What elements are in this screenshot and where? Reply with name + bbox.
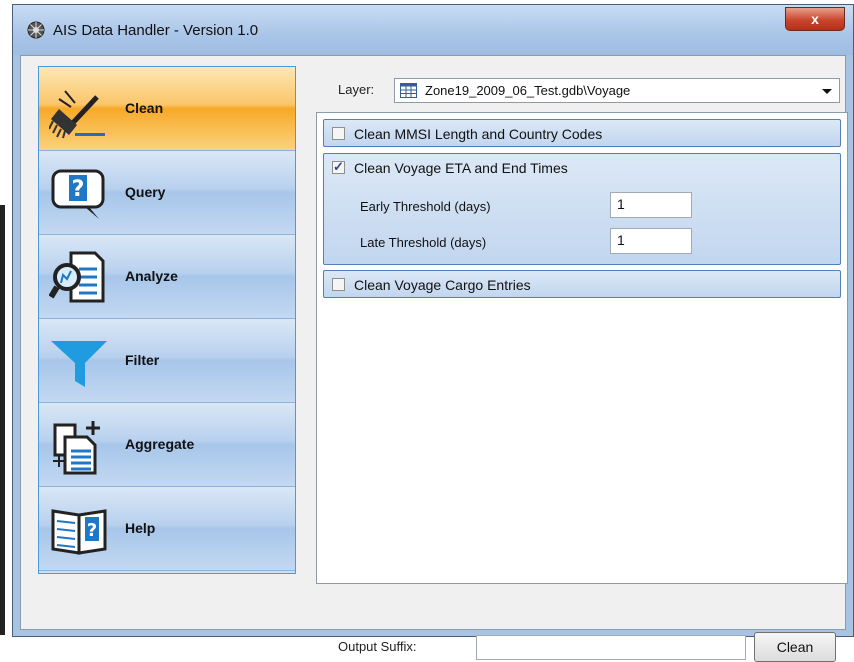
nav-item-aggregate[interactable]: Aggregate: [39, 403, 295, 487]
question-bubble-icon: ?: [51, 169, 105, 219]
output-suffix-label: Output Suffix:: [338, 639, 417, 654]
nav-label-aggregate: Aggregate: [125, 436, 195, 452]
close-button[interactable]: x: [785, 7, 845, 31]
mmsi-checkbox[interactable]: [332, 127, 345, 140]
layer-dropdown[interactable]: Zone19_2009_06_Test.gdb\Voyage: [394, 78, 840, 103]
group-title-eta: Clean Voyage ETA and End Times: [354, 160, 568, 176]
nav-label-clean: Clean: [125, 100, 164, 116]
options-panel: Clean MMSI Length and Country Codes ✓ Cl…: [316, 112, 848, 584]
window-title: AIS Data Handler - Version 1.0: [53, 22, 259, 39]
app-globe-icon: [27, 21, 45, 39]
eta-checkbox[interactable]: ✓: [332, 159, 345, 174]
help-book-icon: ?: [51, 509, 107, 555]
app-window: AIS Data Handler - Version 1.0 x Clean ?…: [12, 4, 854, 662]
nav-item-analyze[interactable]: Analyze: [39, 235, 295, 319]
late-threshold-label: Late Threshold (days): [360, 235, 487, 250]
table-icon: [400, 83, 417, 98]
nav-label-filter: Filter: [125, 352, 160, 368]
broom-icon: [49, 90, 105, 139]
documents-plus-icon: [53, 421, 100, 475]
group-title-cargo: Clean Voyage Cargo Entries: [354, 277, 531, 293]
checkmark-icon: ✓: [333, 159, 344, 174]
output-suffix-input[interactable]: [476, 635, 746, 660]
option-group-eta: ✓ Clean Voyage ETA and End Times Early T…: [323, 153, 841, 265]
chevron-down-icon[interactable]: [822, 89, 832, 94]
nav-label-help: Help: [125, 520, 156, 536]
layer-value: Zone19_2009_06_Test.gdb\Voyage: [425, 83, 631, 98]
group-header: ✓ Clean Voyage ETA and End Times: [324, 154, 840, 182]
group-header: Clean MMSI Length and Country Codes: [324, 120, 840, 148]
option-group-mmsi: Clean MMSI Length and Country Codes: [323, 119, 841, 147]
nav-item-filter[interactable]: Filter: [39, 319, 295, 403]
sidebar-nav: Clean ? Query Analyze Filter Aggregate ?…: [38, 66, 296, 574]
early-threshold-input[interactable]: 1: [610, 192, 692, 218]
title-bar[interactable]: AIS Data Handler - Version 1.0 x: [13, 5, 853, 55]
funnel-icon: [51, 341, 107, 387]
client-area: Clean ? Query Analyze Filter Aggregate ?…: [20, 55, 848, 662]
group-header: Clean Voyage Cargo Entries: [324, 271, 840, 299]
early-threshold-label: Early Threshold (days): [360, 199, 491, 214]
svg-text:?: ?: [87, 520, 97, 541]
cargo-checkbox[interactable]: [332, 278, 345, 291]
svg-text:?: ?: [72, 177, 85, 202]
group-title-mmsi: Clean MMSI Length and Country Codes: [354, 126, 603, 142]
nav-label-query: Query: [125, 184, 166, 200]
option-group-cargo: Clean Voyage Cargo Entries: [323, 270, 841, 298]
nav-item-help[interactable]: ? Help: [39, 487, 295, 571]
background-edge: [0, 0, 12, 637]
close-icon: x: [811, 11, 819, 27]
nav-item-clean[interactable]: Clean: [39, 67, 295, 151]
magnify-document-icon: [49, 251, 105, 303]
late-threshold-input[interactable]: 1: [610, 228, 692, 254]
nav-item-query[interactable]: ? Query: [39, 151, 295, 235]
nav-label-analyze: Analyze: [125, 268, 178, 284]
layer-label: Layer:: [338, 82, 375, 97]
